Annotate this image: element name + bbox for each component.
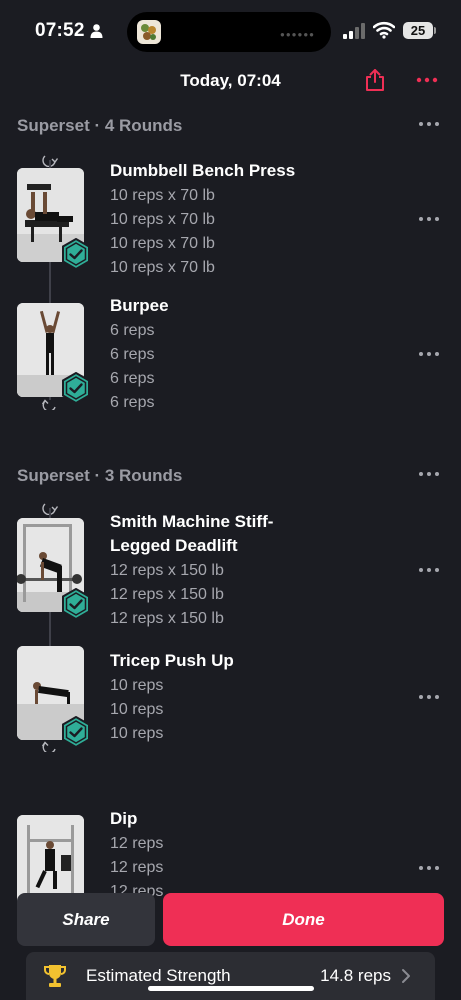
battery-tip: [434, 27, 436, 34]
chevron-right-icon: [402, 969, 410, 983]
set-line: 12 reps: [110, 835, 164, 852]
person-icon: [90, 24, 103, 38]
set-line: 10 reps x 70 lb: [110, 187, 215, 204]
exercise-thumbnail[interactable]: [17, 815, 84, 905]
strength-value: 14.8 reps: [320, 966, 391, 985]
superset-more-icon[interactable]: [418, 120, 440, 128]
superset-return-arrow-icon: [41, 741, 56, 752]
island-dots-icon: ●●●●●●: [280, 30, 315, 39]
completed-check-icon: [62, 588, 90, 620]
cellular-signal-icon: [343, 23, 365, 39]
exercise-name[interactable]: Burpee: [110, 294, 169, 318]
set-line: 10 reps: [110, 677, 164, 694]
set-line: 6 reps: [110, 346, 155, 363]
dynamic-island[interactable]: ●●●●●●: [127, 12, 331, 52]
set-line: 12 reps x 150 lb: [110, 562, 224, 579]
superset-title: Superset · 3 Rounds: [17, 466, 183, 485]
completed-check-icon: [62, 716, 90, 748]
set-line: 10 reps: [110, 701, 164, 718]
estimated-strength-row[interactable]: Estimated Strength 14.8 reps: [26, 952, 435, 1000]
exercise-more-icon[interactable]: [418, 350, 440, 358]
home-indicator: [148, 986, 314, 991]
now-playing-artwork-icon: [137, 20, 161, 44]
superset-title: Superset · 4 Rounds: [17, 116, 183, 135]
page-title: Today, 07:04: [180, 71, 281, 90]
superset-return-arrow-icon: [41, 399, 56, 410]
exercise-more-icon[interactable]: [418, 693, 440, 701]
set-line: 10 reps x 70 lb: [110, 235, 215, 252]
set-line: 12 reps: [110, 859, 164, 876]
completed-check-icon: [62, 372, 90, 404]
superset-more-icon[interactable]: [418, 470, 440, 478]
wifi-icon: [373, 21, 395, 39]
share-icon[interactable]: [363, 68, 387, 92]
exercise-more-icon[interactable]: [418, 215, 440, 223]
status-bar: 07:52 ●●●●●● 25: [0, 0, 461, 60]
share-button[interactable]: Share: [17, 893, 155, 946]
exercise-name[interactable]: Dumbbell Bench Press: [110, 159, 295, 183]
set-line: 6 reps: [110, 322, 155, 339]
battery-indicator: 25: [403, 22, 433, 39]
exercise-more-icon[interactable]: [418, 566, 440, 574]
exercise-name-line-1[interactable]: Smith Machine Stiff-: [110, 510, 273, 534]
set-line: 12 reps x 150 lb: [110, 586, 224, 603]
set-line: 10 reps x 70 lb: [110, 259, 215, 276]
set-line: 6 reps: [110, 394, 155, 411]
set-line: 6 reps: [110, 370, 155, 387]
set-line: 10 reps x 70 lb: [110, 211, 215, 228]
set-line: 12 reps x 150 lb: [110, 610, 224, 627]
more-options-icon[interactable]: [415, 70, 439, 90]
done-button[interactable]: Done: [163, 893, 444, 946]
trophy-icon: [44, 965, 66, 987]
exercise-name[interactable]: Tricep Push Up: [110, 649, 234, 673]
exercise-name[interactable]: Dip: [110, 807, 137, 831]
strength-label: Estimated Strength: [86, 966, 231, 985]
exercise-more-icon[interactable]: [418, 864, 440, 872]
set-line: 10 reps: [110, 725, 164, 742]
exercise-name-line-2[interactable]: Legged Deadlift: [110, 534, 238, 558]
completed-check-icon: [62, 238, 90, 270]
status-time: 07:52: [35, 20, 85, 41]
